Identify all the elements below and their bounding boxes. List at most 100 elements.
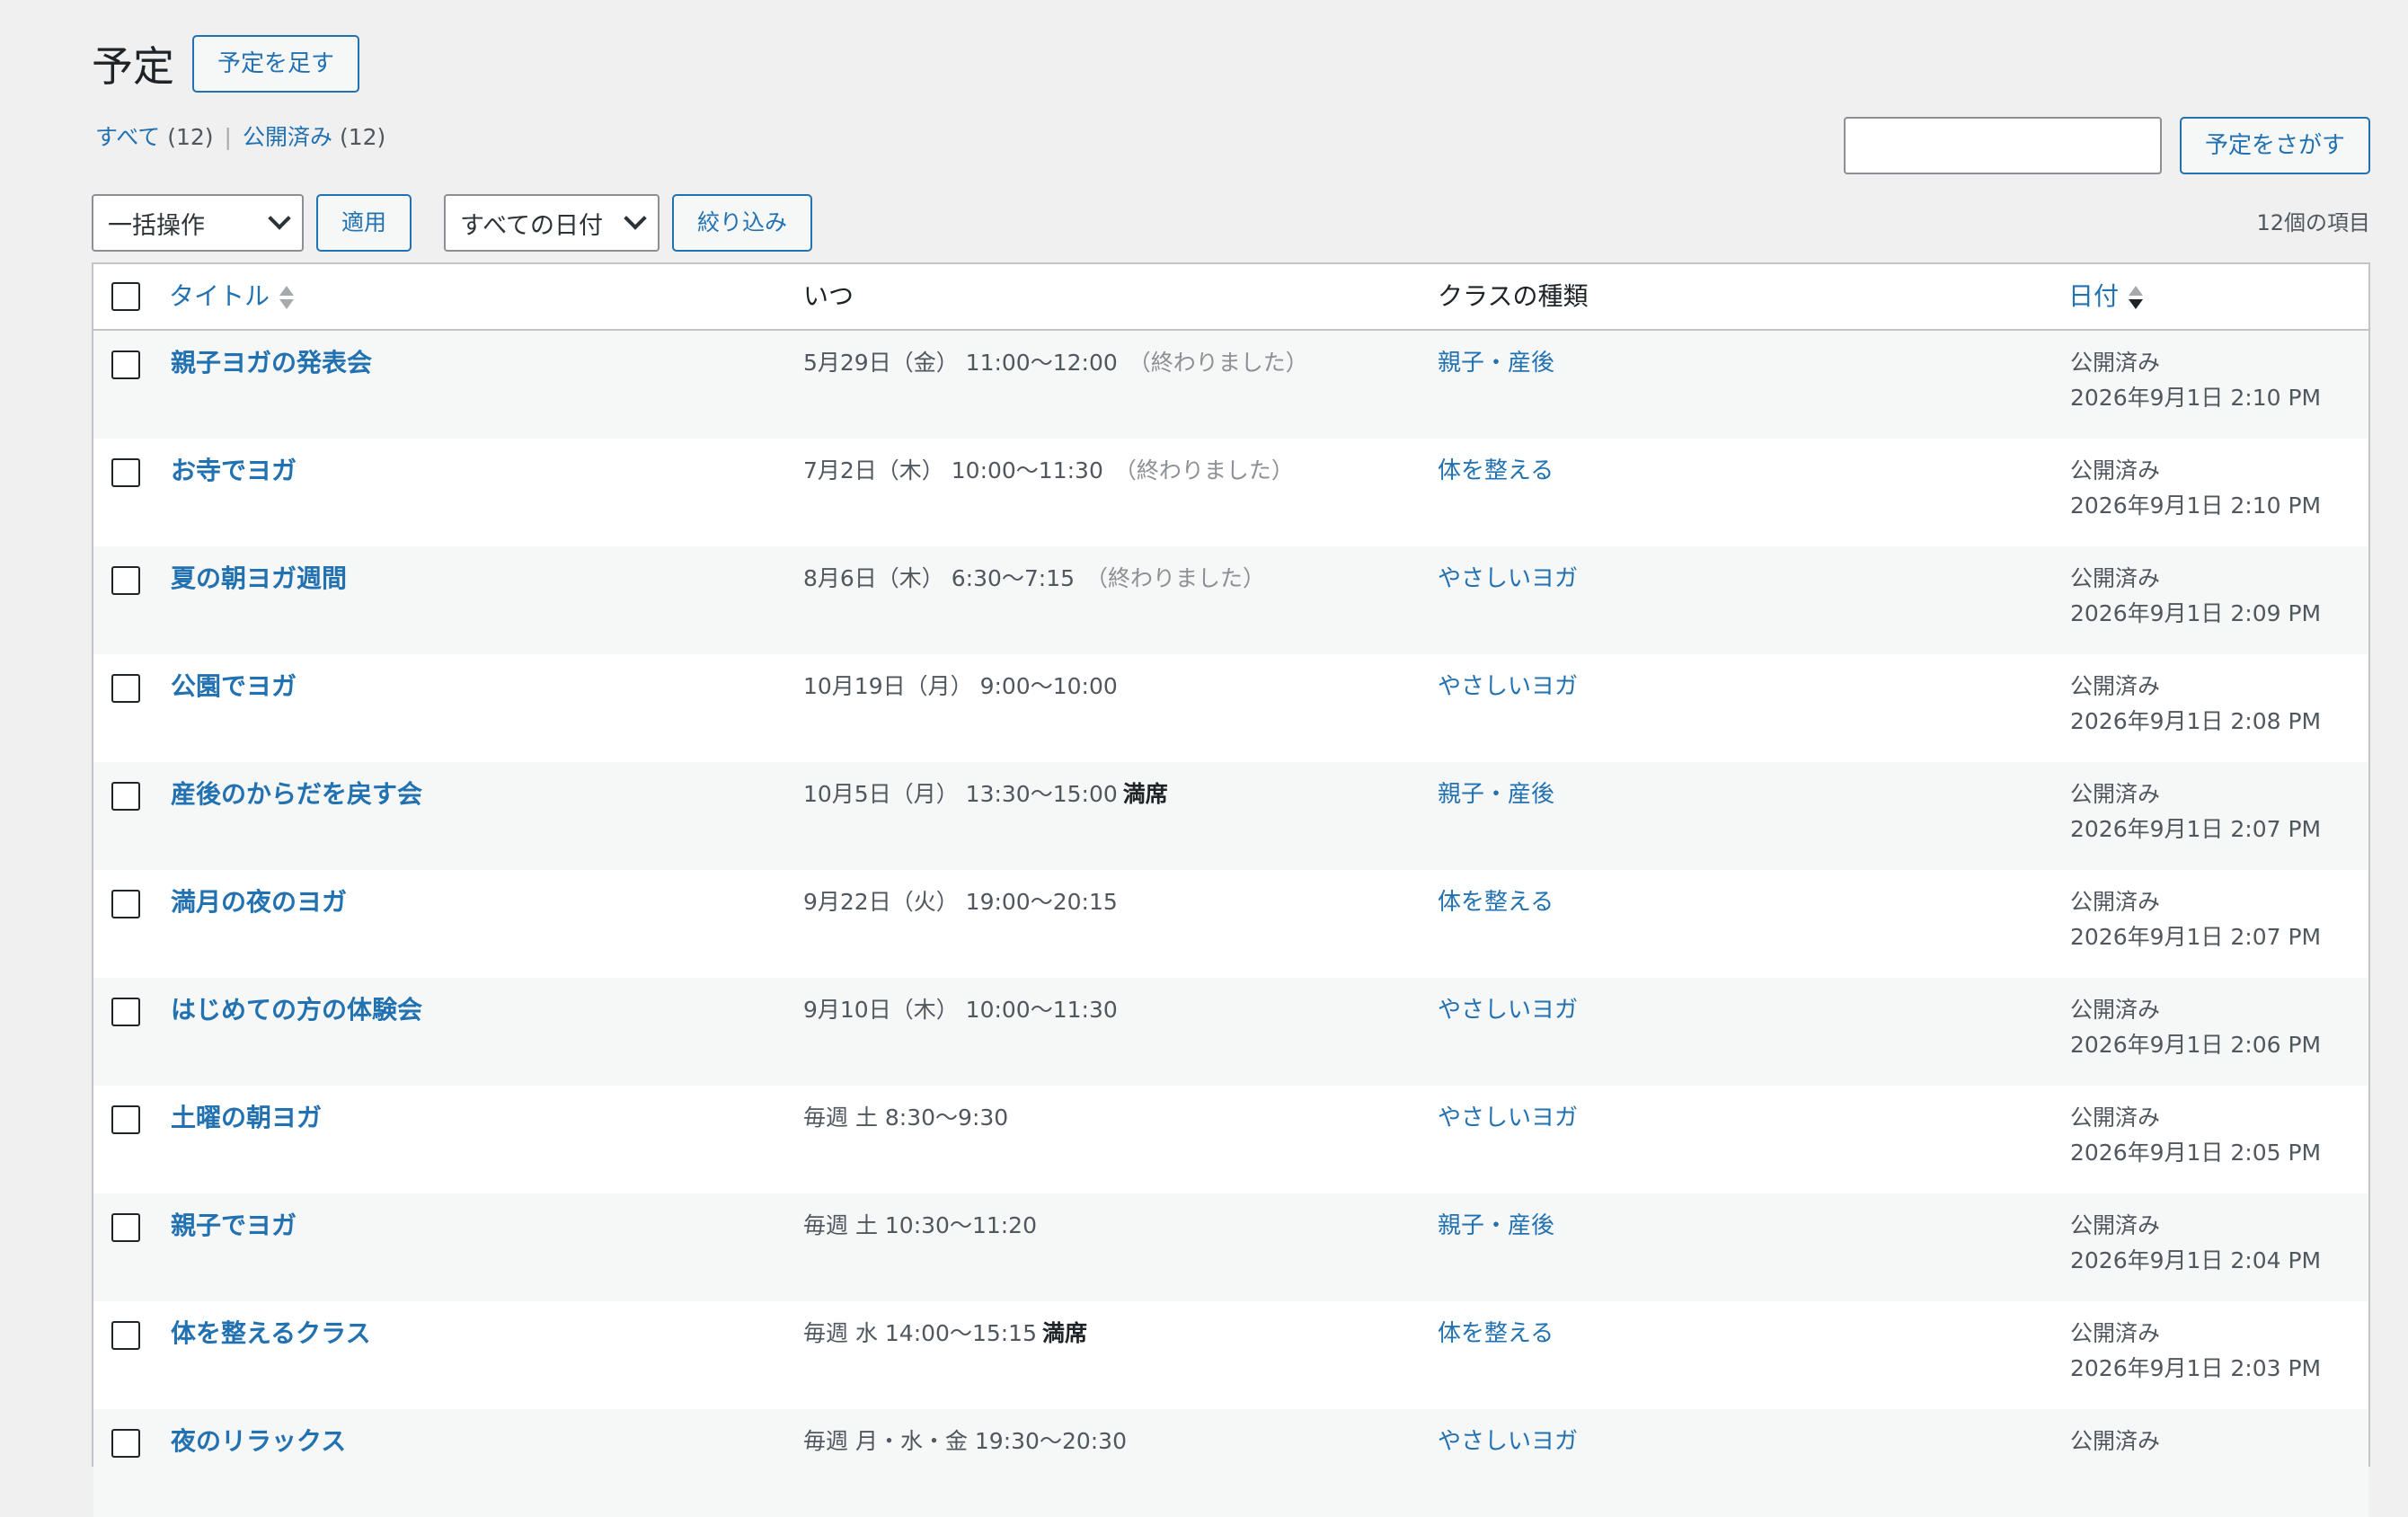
event-date: 公開済み 2026年9月1日 2:10 PM	[2070, 453, 2321, 523]
event-when-text: 9月10日（木） 10:00〜11:30	[803, 997, 1118, 1023]
table-row: 親子ヨガの発表会 5月29日（金） 11:00〜12:00 （終わりました） 親子・産…	[93, 331, 2368, 439]
row-checkbox[interactable]	[111, 890, 140, 918]
row-checkbox[interactable]	[111, 1321, 140, 1350]
events-table: タイトル いつ クラスの種類 日付 親子ヨガの発表会 5月29日（金） 11:00…	[92, 262, 2370, 1517]
publish-status: 公開済み	[2070, 997, 2161, 1023]
row-checkbox[interactable]	[111, 1105, 140, 1134]
event-title-link[interactable]: 産後のからだを戻す会	[171, 776, 422, 812]
event-when: 9月10日（木） 10:00〜11:30	[803, 992, 1118, 1028]
event-date: 公開済み 2026年9月1日 2:05 PM	[2070, 1100, 2321, 1170]
row-checkbox[interactable]	[111, 350, 140, 379]
table-row: 夜のリラックス 毎週 月・水・金 19:30〜20:30 やさしいヨガ 公開済み	[93, 1409, 2368, 1517]
search-button[interactable]: 予定をさがす	[2179, 117, 2370, 174]
class-type-link[interactable]: 親子・産後	[1438, 776, 1554, 812]
class-type-link[interactable]: 体を整える	[1438, 1316, 1554, 1352]
event-date: 公開済み 2026年9月1日 2:04 PM	[2070, 1208, 2321, 1278]
table-row: 土曜の朝ヨガ 毎週 土 8:30〜9:30 やさしいヨガ 公開済み 2026年9月1日 …	[93, 1086, 2368, 1193]
event-when: 10月19日（月） 9:00〜10:00	[803, 669, 1118, 705]
sort-desc-icon	[2128, 282, 2144, 313]
column-date-header[interactable]: 日付	[2068, 264, 2144, 329]
event-when: 毎週 土 8:30〜9:30	[803, 1100, 1008, 1136]
event-title-link[interactable]: 夜のリラックス	[171, 1424, 346, 1459]
class-type-link[interactable]: 体を整える	[1438, 884, 1554, 920]
table-row: 親子でヨガ 毎週 土 10:30〜11:20 親子・産後 公開済み 2026年9月1日 …	[93, 1193, 2368, 1301]
column-title-label: タイトル	[169, 281, 270, 311]
event-title-link[interactable]: 夏の朝ヨガ週間	[171, 561, 347, 597]
filter-published-label: 公開済み	[242, 124, 332, 150]
apply-button[interactable]: 適用	[316, 194, 412, 252]
event-when-text: 10月19日（月） 9:00〜10:00	[803, 673, 1118, 699]
class-type-link[interactable]: やさしいヨガ	[1438, 992, 1578, 1028]
filter-all-label: すべて	[95, 124, 161, 150]
event-title-link[interactable]: 親子ヨガの発表会	[171, 345, 372, 381]
class-type-link[interactable]: 体を整える	[1438, 453, 1554, 489]
event-date: 公開済み 2026年9月1日 2:03 PM	[2070, 1316, 2321, 1386]
event-date: 公開済み 2026年9月1日 2:07 PM	[2070, 776, 2321, 847]
event-date: 公開済み 2026年9月1日 2:06 PM	[2070, 992, 2321, 1062]
class-type-link[interactable]: やさしいヨガ	[1438, 561, 1578, 597]
class-type-link[interactable]: やさしいヨガ	[1438, 1424, 1578, 1459]
row-checkbox[interactable]	[111, 998, 140, 1026]
publish-date: 2026年9月1日 2:06 PM	[2070, 1032, 2322, 1058]
filter-all-link[interactable]: すべて (12)	[95, 124, 214, 150]
event-when-text: 5月29日（金） 11:00〜12:00	[803, 350, 1118, 376]
event-title-link[interactable]: 親子でヨガ	[171, 1208, 297, 1244]
filter-all-count: (12)	[167, 124, 214, 150]
add-event-button[interactable]: 予定を足す	[192, 35, 360, 93]
row-checkbox[interactable]	[111, 674, 140, 703]
bulk-action-select[interactable]: 一括操作	[92, 194, 304, 252]
class-type-link[interactable]: やさしいヨガ	[1438, 1100, 1578, 1136]
event-title-link[interactable]: 公園でヨガ	[171, 669, 297, 705]
event-when-text: 8月6日（木） 6:30〜7:15	[803, 565, 1076, 591]
filter-button[interactable]: 絞り込み	[672, 194, 813, 252]
class-type-link[interactable]: 親子・産後	[1438, 1208, 1554, 1244]
event-when-text: 毎週 水 14:00〜15:15	[803, 1320, 1037, 1346]
event-when: 毎週 水 14:00〜15:15 満席	[803, 1316, 1087, 1352]
publish-date: 2026年9月1日 2:08 PM	[2070, 708, 2322, 734]
event-title-link[interactable]: 土曜の朝ヨガ	[171, 1100, 322, 1136]
event-date: 公開済み	[2070, 1424, 2160, 1459]
event-date: 公開済み 2026年9月1日 2:08 PM	[2070, 669, 2321, 739]
column-title-header[interactable]: タイトル	[169, 264, 295, 329]
date-filter-select[interactable]: すべての日付	[444, 194, 660, 252]
page-title: 予定	[92, 42, 174, 91]
publish-status: 公開済み	[2070, 673, 2161, 699]
row-checkbox[interactable]	[111, 458, 140, 487]
select-all-checkbox[interactable]	[111, 282, 140, 311]
row-checkbox[interactable]	[111, 1429, 140, 1458]
event-when: 7月2日（木） 10:00〜11:30 （終わりました）	[803, 453, 1294, 489]
date-filter-label: すべての日付	[460, 211, 604, 240]
event-status-note: （終わりました）	[1128, 350, 1308, 376]
publish-status: 公開済み	[2070, 1212, 2161, 1238]
event-when-text: 毎週 土 10:30〜11:20	[803, 1212, 1037, 1238]
column-class-type-header: クラスの種類	[1438, 281, 1589, 311]
event-when-text: 10月5日（月） 13:30〜15:00	[803, 781, 1118, 807]
publish-status: 公開済み	[2070, 565, 2161, 591]
publish-status: 公開済み	[2070, 1428, 2161, 1454]
publish-status: 公開済み	[2070, 1104, 2161, 1131]
class-type-link[interactable]: 親子・産後	[1438, 345, 1554, 381]
row-checkbox[interactable]	[111, 1213, 140, 1242]
search-input[interactable]	[1843, 117, 2162, 174]
event-title-link[interactable]: 満月の夜のヨガ	[171, 884, 347, 920]
publish-status: 公開済み	[2070, 457, 2161, 483]
publish-status: 公開済み	[2070, 1320, 2161, 1346]
table-row: 体を整えるクラス 毎週 水 14:00〜15:15 満席 体を整える 公開済み 2026年…	[93, 1301, 2368, 1409]
event-when: 10月5日（月） 13:30〜15:00 満席	[803, 776, 1168, 812]
bulk-action-label: 一括操作	[108, 211, 205, 240]
filter-published-count: (12)	[339, 124, 386, 150]
publish-status: 公開済み	[2070, 350, 2161, 376]
table-row: 夏の朝ヨガ週間 8月6日（木） 6:30〜7:15 （終わりました） やさしいヨガ 公開…	[93, 546, 2368, 654]
row-checkbox[interactable]	[111, 782, 140, 811]
event-date: 公開済み 2026年9月1日 2:07 PM	[2070, 884, 2321, 954]
event-title-link[interactable]: はじめての方の体験会	[171, 992, 422, 1028]
row-checkbox[interactable]	[111, 566, 140, 595]
class-type-link[interactable]: やさしいヨガ	[1438, 669, 1578, 705]
publish-date: 2026年9月1日 2:07 PM	[2070, 816, 2322, 842]
table-body: 親子ヨガの発表会 5月29日（金） 11:00〜12:00 （終わりました） 親子・産…	[93, 331, 2368, 1517]
event-title-link[interactable]: お寺でヨガ	[171, 453, 297, 489]
items-count: 12個の項目	[2256, 210, 2370, 235]
page-header: 予定 予定を足す	[92, 34, 360, 93]
filter-published-link[interactable]: 公開済み (12)	[243, 124, 385, 150]
event-title-link[interactable]: 体を整えるクラス	[171, 1316, 371, 1352]
